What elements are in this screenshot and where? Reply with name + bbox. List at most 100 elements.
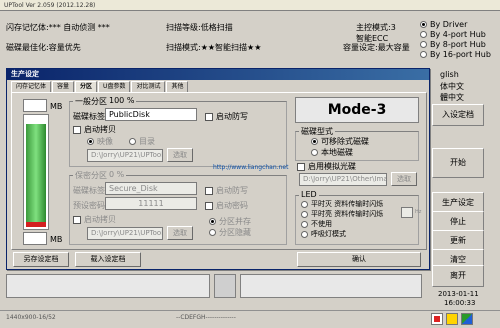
radio-dot xyxy=(420,21,427,28)
partition2-write-protect-checkbox[interactable]: 启动防写 xyxy=(205,185,248,196)
radio-dot xyxy=(420,31,427,38)
led-option-breathing[interactable]: 呼吸灯模式 xyxy=(301,229,346,239)
checkbox-label: 启动拷贝 xyxy=(84,125,116,134)
partition1-path-input[interactable]: D:\Jorry\UP21\UPTool xyxy=(87,149,163,162)
emulate-cdrom-checkbox[interactable]: 启用模拟光碟 xyxy=(297,161,356,172)
emulate-cdrom-path-input[interactable]: D:\Jorry\UP21\Other\Ima xyxy=(299,173,387,186)
checkbox-label: 启动防写 xyxy=(216,112,248,121)
dialog-title: 生产设定 xyxy=(7,69,429,80)
radio-dot xyxy=(301,210,308,218)
scan-level-info: 扫描等级:低格扫描 xyxy=(166,23,233,32)
flash-memory-info: 闪存记忆体:*** 自动侦测 *** xyxy=(6,23,110,32)
status-bar xyxy=(0,310,500,328)
load-settings-side-button[interactable]: 入设定档 xyxy=(432,104,484,126)
lang-traditional[interactable]: 體中文 xyxy=(440,92,464,103)
radio-label: By 16-port Hub xyxy=(430,50,491,59)
tab-capacity[interactable]: 容量 xyxy=(52,81,75,92)
tool-icon[interactable] xyxy=(461,313,473,325)
mode-display: Mode-3 xyxy=(295,97,419,123)
mb-top-label: MB xyxy=(50,102,63,111)
checkbox-box xyxy=(73,215,81,224)
radio-16port-hub[interactable]: By 16-port Hub xyxy=(420,50,491,59)
partition2-autorun-checkbox[interactable]: 启动拷贝 xyxy=(73,214,116,225)
radio-8port-hub[interactable]: By 8-port Hub xyxy=(420,40,486,49)
partition1-image-radio[interactable]: 映像 xyxy=(87,136,113,147)
flag-icon[interactable] xyxy=(431,313,443,325)
capacity-info: 容量设定:最大容量 xyxy=(343,43,410,52)
checkbox-box xyxy=(297,162,305,171)
partition1-browse-button[interactable]: 选取 xyxy=(167,148,193,162)
partition2-password-caption: 预设密码 xyxy=(73,201,105,210)
checkbox-box xyxy=(205,112,213,121)
load-settings-button[interactable]: 载入设定档 xyxy=(75,252,141,267)
radio-label: 本地磁碟 xyxy=(321,148,353,157)
partition1-percent: 100 % xyxy=(107,96,137,105)
partition2-coexist-radio[interactable]: 分区并存 xyxy=(209,216,251,227)
mb-top-field[interactable] xyxy=(23,99,47,112)
partition2-percent: 0 % xyxy=(107,170,127,179)
tab-partition[interactable]: 分区 xyxy=(75,81,98,92)
radio-dot xyxy=(301,220,308,228)
capacity-bar-fill xyxy=(26,124,46,227)
radio-4port-hub[interactable]: By 4-port Hub xyxy=(420,30,486,39)
radio-dot xyxy=(311,138,318,145)
checkbox-label: 启用模拟光碟 xyxy=(308,162,356,171)
tab-other[interactable]: 其他 xyxy=(166,81,189,92)
partition1-volume-input[interactable]: PublicDisk xyxy=(105,108,197,121)
watermark-link[interactable]: http://www.liangchan.net xyxy=(213,164,288,171)
partition1-label: 一般分区 xyxy=(73,96,109,107)
radio-dot xyxy=(420,51,427,58)
checkbox-label: 启动拷贝 xyxy=(84,215,116,224)
checkbox-label: 启动密码 xyxy=(216,201,248,210)
partition1-volume-caption: 磁碟标签 xyxy=(73,112,105,121)
window-title: UPTool Ver 2.059 (2012.12.28) xyxy=(0,0,500,11)
emulate-cdrom-browse-button[interactable]: 选取 xyxy=(391,172,417,186)
radio-label: 平时灭 资料传输时闪烁 xyxy=(311,200,384,208)
disk-type-local-radio[interactable]: 本地磁碟 xyxy=(311,147,353,158)
radio-label: By 8-port Hub xyxy=(430,40,486,49)
partition1-directory-radio[interactable]: 目录 xyxy=(129,136,155,147)
tab-flash-memory[interactable]: 闪存记忆体 xyxy=(11,81,52,92)
ok-button[interactable]: 确认 xyxy=(297,252,421,267)
disk-type-removable-radio[interactable]: 可移除式磁碟 xyxy=(311,136,369,147)
partition1-write-protect-checkbox[interactable]: 启动防写 xyxy=(205,111,248,122)
partition2-password-input[interactable]: 11111 xyxy=(105,197,197,210)
led-freq-unit: Hz xyxy=(415,209,422,215)
port-panel-mid xyxy=(214,274,236,298)
partition2-volume-input[interactable]: Secure_Disk xyxy=(105,182,197,195)
radio-dot xyxy=(129,138,136,145)
capacity-bar xyxy=(23,114,49,230)
radio-dot xyxy=(209,229,216,236)
tab-udisk-params[interactable]: U盘参数 xyxy=(98,81,131,92)
partition2-browse-button[interactable]: 选取 xyxy=(167,226,193,240)
lang-english[interactable]: glish xyxy=(440,70,459,79)
led-option-on-blink[interactable]: 平时亮 资料传输时闪烁 xyxy=(301,209,383,219)
checkbox-box xyxy=(205,201,213,210)
led-option-off-blink[interactable]: 平时灭 资料传输时闪烁 xyxy=(301,199,383,209)
date-label: 2013-01-11 xyxy=(438,290,479,298)
partition2-path-input[interactable]: D:\Jorry\UP21\UPTool xyxy=(87,227,163,240)
start-button[interactable]: 开始 xyxy=(432,148,484,178)
lang-simplified[interactable]: 体中文 xyxy=(440,81,464,92)
radio-label: 映像 xyxy=(97,137,113,146)
radio-dot xyxy=(87,138,94,145)
partition1-autorun-checkbox[interactable]: 启动拷贝 xyxy=(73,124,116,135)
partition2-enable-password-checkbox[interactable]: 启动密码 xyxy=(205,200,248,211)
partition2-hidden-radio[interactable]: 分区隐藏 xyxy=(209,227,251,238)
save-settings-button[interactable]: 另存设定档 xyxy=(13,252,69,267)
radio-dot xyxy=(301,230,308,238)
drive-code-status: --CDEFGH-------------- xyxy=(176,314,236,321)
led-option-none[interactable]: 不使用 xyxy=(301,219,332,229)
port-panel-left xyxy=(6,274,210,298)
radio-by-driver[interactable]: By Driver xyxy=(420,20,467,29)
tab-compare-test[interactable]: 对比测试 xyxy=(131,81,166,92)
led-freq-input[interactable] xyxy=(401,207,413,218)
mb-bottom-label: MB xyxy=(50,235,63,244)
windows-icon[interactable] xyxy=(446,313,458,325)
exit-button[interactable]: 离开 xyxy=(432,265,484,287)
mb-bottom-field[interactable] xyxy=(23,232,47,245)
radio-dot xyxy=(301,200,308,208)
dialog-tabs: 闪存记忆体 容量 分区 U盘参数 对比测试 其他 xyxy=(11,81,189,92)
partition2-label: 保密分区 xyxy=(73,170,109,181)
radio-label: 呼吸灯模式 xyxy=(311,230,346,238)
